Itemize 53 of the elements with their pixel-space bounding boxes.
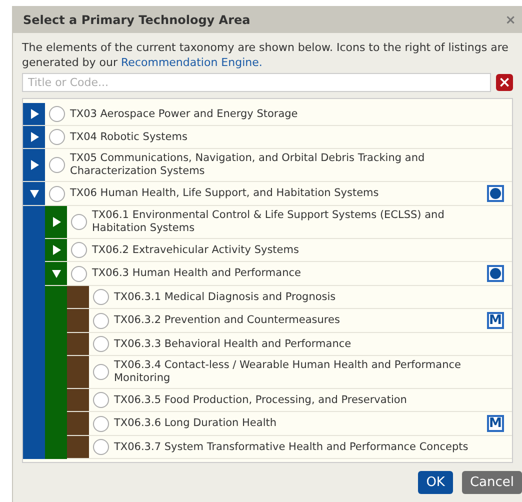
radio-button[interactable] — [93, 289, 109, 305]
expand-toggle[interactable] — [23, 149, 45, 182]
radio-button[interactable] — [49, 129, 65, 145]
item-label: TX06.3.1 Medical Diagnosis and Prognosis — [114, 290, 337, 304]
radio-button[interactable] — [93, 439, 109, 455]
search-field[interactable]: Title or Code... — [22, 73, 492, 92]
item-label: TX06.3.7 System Transformative Health and Performance Concepts — [114, 440, 470, 454]
expand-toggle[interactable] — [23, 103, 45, 126]
dialog-title: Select a Primary Technology Area — [23, 12, 250, 29]
caret-right-icon — [30, 109, 38, 119]
item-label: TX06.3.3 Behavioral Health and Performance — [114, 338, 352, 350]
item-label: TX06 Human Health, Life Support, and Habitation Systems — [70, 187, 380, 200]
item-label: TX06.3.2 Prevention and Countermeasures — [114, 314, 341, 327]
radio-button[interactable] — [93, 336, 109, 352]
expand-toggle[interactable] — [45, 262, 67, 286]
item-label: TX04 Robotic Systems — [70, 130, 188, 144]
caret-right-icon — [30, 132, 38, 142]
radio-button[interactable] — [93, 364, 109, 380]
recommendation-link[interactable]: Recommendation Engine. — [121, 56, 262, 69]
item-label: TX06.3.6 Long Duration Health — [114, 417, 278, 430]
expand-toggle[interactable] — [23, 126, 45, 149]
caret-right-icon — [30, 160, 38, 170]
caret-down-icon — [52, 268, 60, 278]
radio-button[interactable] — [49, 106, 65, 122]
caret-right-icon — [52, 245, 60, 255]
recommendation-dot-icon[interactable] — [487, 185, 504, 202]
caret-right-icon — [52, 217, 60, 227]
clear-button[interactable]: × — [496, 74, 513, 91]
expand-toggle[interactable] — [45, 206, 67, 239]
recommendation-badge[interactable]: M — [487, 415, 504, 432]
ok-button[interactable]: OK — [418, 471, 453, 494]
radio-button[interactable] — [71, 214, 87, 230]
item-label: TX06.2 Extravehicular Activity Systems — [92, 244, 300, 256]
recommendation-badge[interactable]: M — [487, 312, 504, 329]
radio-button[interactable] — [49, 186, 65, 202]
radio-button[interactable] — [71, 266, 87, 282]
intro-text: The elements of the current taxonomy are shown below. Icons to the right of listings are generated by our Recommendation Engine. — [21, 40, 510, 70]
expand-toggle[interactable] — [45, 239, 67, 262]
recommendation-dot-icon[interactable] — [487, 265, 504, 282]
item-label: TX06.3.4 Contact-less / Wearable Human Health and Performance Monitoring — [114, 359, 462, 385]
item-label: TX06.3.5 Food Production, Processing, and Preservation — [114, 394, 408, 406]
radio-button[interactable] — [71, 242, 87, 258]
item-label: TX06.3 Human Health and Performance — [92, 267, 302, 280]
item-label: TX05 Communications, Navigation, and Orbital Debris Tracking and Characterization Systems — [70, 152, 426, 178]
caret-down-icon — [30, 188, 38, 198]
item-label: TX03 Aerospace Power and Energy Storage — [70, 108, 299, 120]
radio-button[interactable] — [93, 392, 109, 408]
cancel-button[interactable]: Cancel — [462, 471, 522, 494]
item-label: TX06.1 Environmental Control & Life Support Systems (ECLSS) and Habitation Systems — [92, 209, 446, 235]
radio-button[interactable] — [49, 157, 65, 173]
expand-toggle[interactable] — [23, 182, 45, 206]
radio-button[interactable] — [93, 416, 109, 432]
radio-button[interactable] — [93, 312, 109, 328]
